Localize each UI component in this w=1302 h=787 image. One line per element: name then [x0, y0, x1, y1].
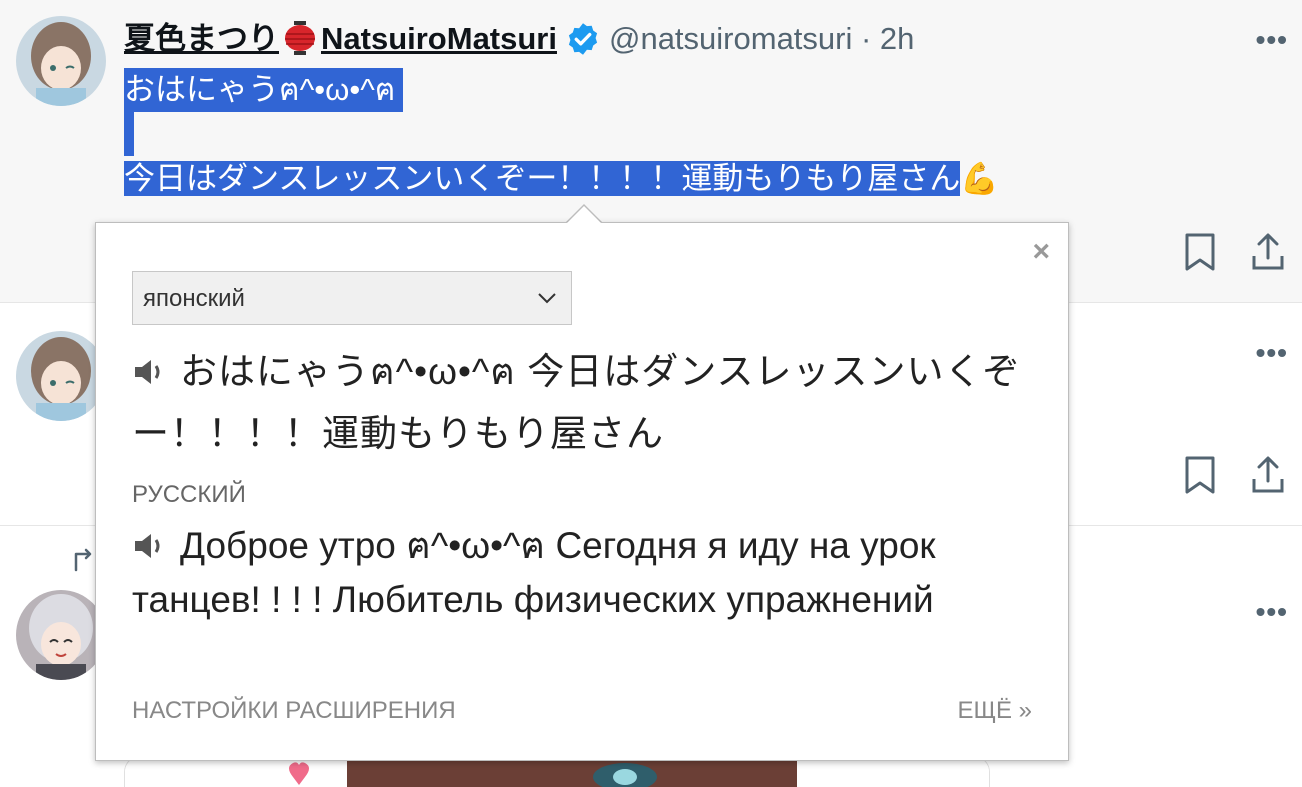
more-link[interactable]: ЕЩЁ »	[957, 697, 1032, 725]
chevron-down-icon	[535, 286, 559, 315]
share-icon[interactable]	[1250, 455, 1286, 495]
avatar[interactable]	[16, 16, 106, 106]
avatar[interactable]	[16, 331, 106, 421]
handle[interactable]: @natsuiromatsuri	[609, 21, 852, 56]
display-name[interactable]: 夏色まつり NatsuiroMatsuri	[124, 21, 557, 56]
flexed-biceps-emoji: 💪	[960, 161, 999, 196]
avatar[interactable]	[16, 590, 106, 680]
translation-popup: × японский おはにゃうฅ^•ω•^ฅ 今日はダンスレッスンいくぞー！！…	[95, 222, 1069, 761]
source-text: おはにゃうฅ^•ω•^ฅ 今日はダンスレッスンいくぞー！！！！運動もりもり屋さん	[132, 341, 1032, 465]
tweet-text-line-2: 今日はダンスレッスンいくぞー！！！！運動もりもり屋さん💪	[124, 161, 999, 196]
target-language-label: РУССКИЙ	[132, 481, 246, 508]
lantern-icon	[282, 20, 318, 56]
bookmark-icon[interactable]	[1182, 455, 1218, 495]
bookmark-icon[interactable]	[1182, 232, 1218, 272]
verified-badge-icon	[565, 21, 601, 57]
timestamp[interactable]: · 2h	[861, 21, 914, 56]
source-language-value: японский	[143, 285, 245, 312]
speaker-icon[interactable]	[132, 522, 168, 558]
more-icon[interactable]: •••	[1256, 598, 1288, 626]
speaker-icon[interactable]	[132, 344, 168, 384]
more-icon[interactable]: •••	[1256, 26, 1288, 54]
tweet-header: 夏色まつり NatsuiroMatsuri @natsuiromatsuri · 2…	[124, 18, 914, 60]
share-icon[interactable]	[1250, 232, 1286, 272]
close-button[interactable]: ×	[1032, 237, 1050, 267]
source-language-select[interactable]: японский	[132, 271, 572, 325]
popup-pointer-inner	[567, 206, 601, 223]
more-icon[interactable]: •••	[1256, 339, 1288, 367]
extension-settings-link[interactable]: НАСТРОЙКИ РАСШИРЕНИЯ	[132, 697, 456, 725]
tweet-text-line-1: おはにゃうฅ^•ω•^ฅ	[124, 68, 404, 112]
translated-text: Доброе утро ฅ^•ω•^ฅ Сегодня я иду на уро…	[132, 519, 1032, 627]
